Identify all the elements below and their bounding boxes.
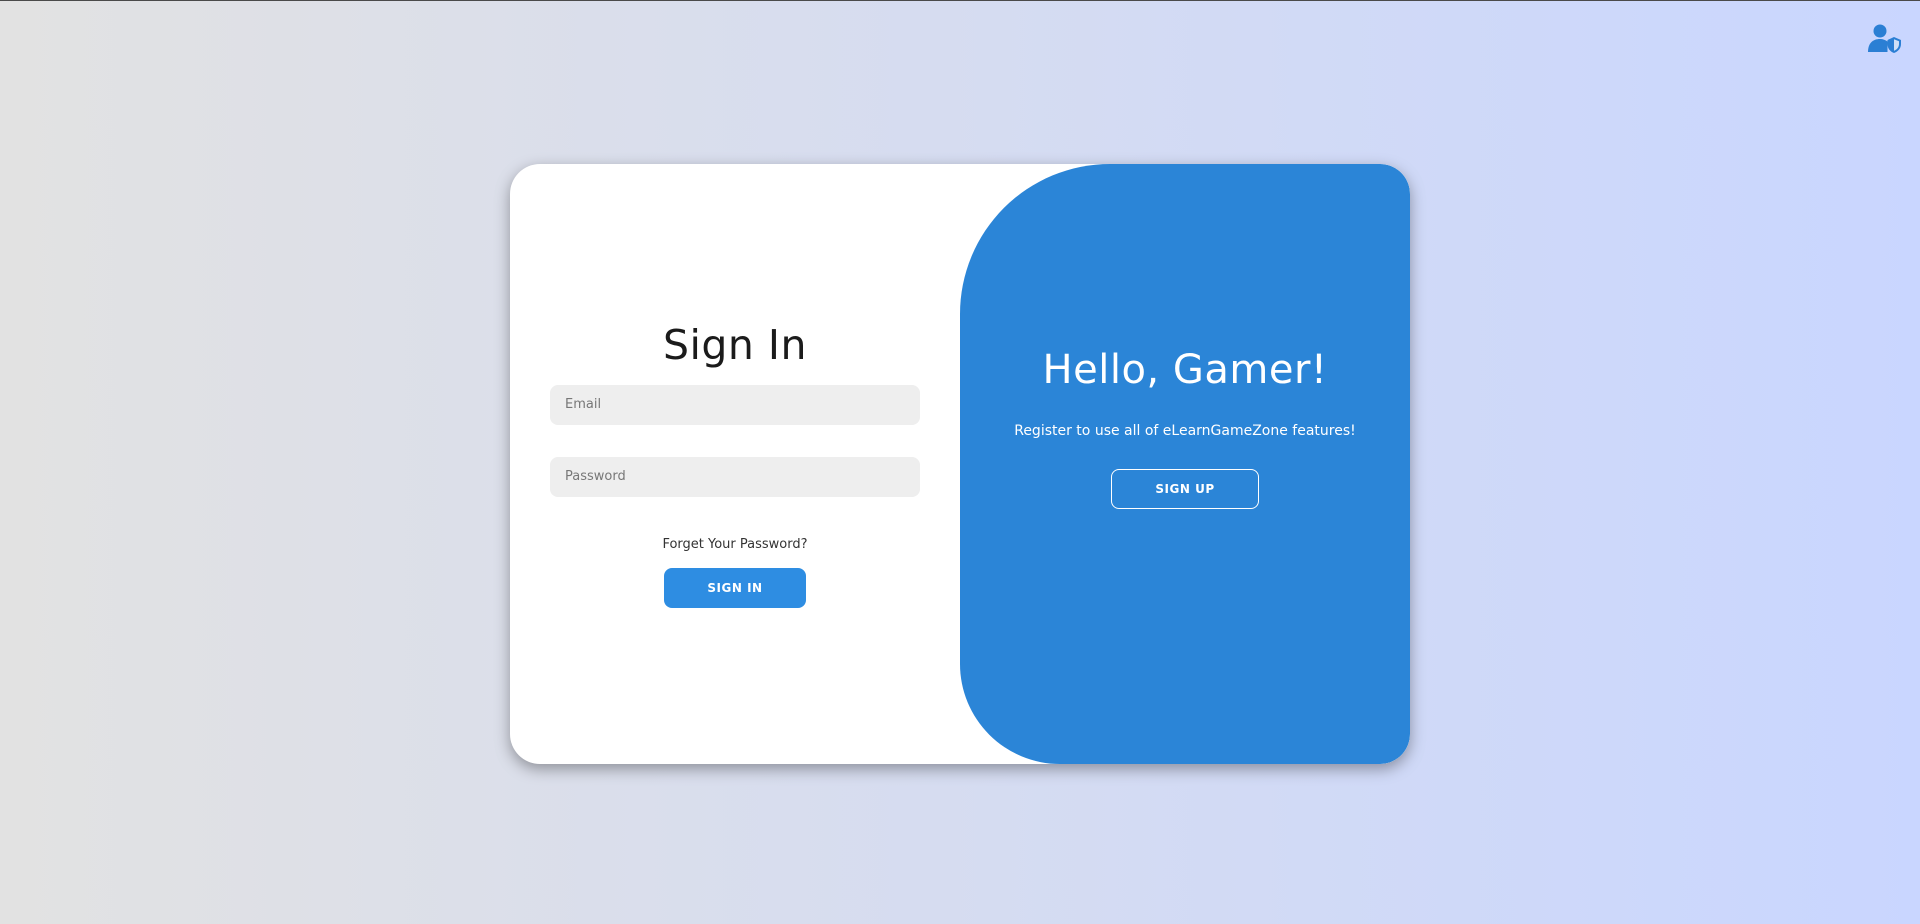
password-input[interactable]: [550, 456, 920, 497]
user-shield-icon[interactable]: [1868, 23, 1902, 53]
sign-up-button[interactable]: SIGN UP: [1111, 469, 1259, 509]
forget-password-link[interactable]: Forget Your Password?: [662, 537, 807, 552]
sign-in-title: Sign In: [662, 320, 808, 369]
hello-title: Hello, Gamer!: [1042, 347, 1328, 393]
auth-card: Sign In Forget Your Password? SIGN IN He…: [510, 164, 1410, 764]
email-input[interactable]: [550, 384, 920, 425]
register-text: Register to use all of eLearnGameZone fe…: [1014, 423, 1356, 439]
sign-up-panel: Hello, Gamer! Register to use all of eLe…: [960, 164, 1410, 764]
sign-in-button[interactable]: SIGN IN: [664, 567, 806, 608]
sign-in-form: Sign In Forget Your Password? SIGN IN: [510, 164, 960, 764]
